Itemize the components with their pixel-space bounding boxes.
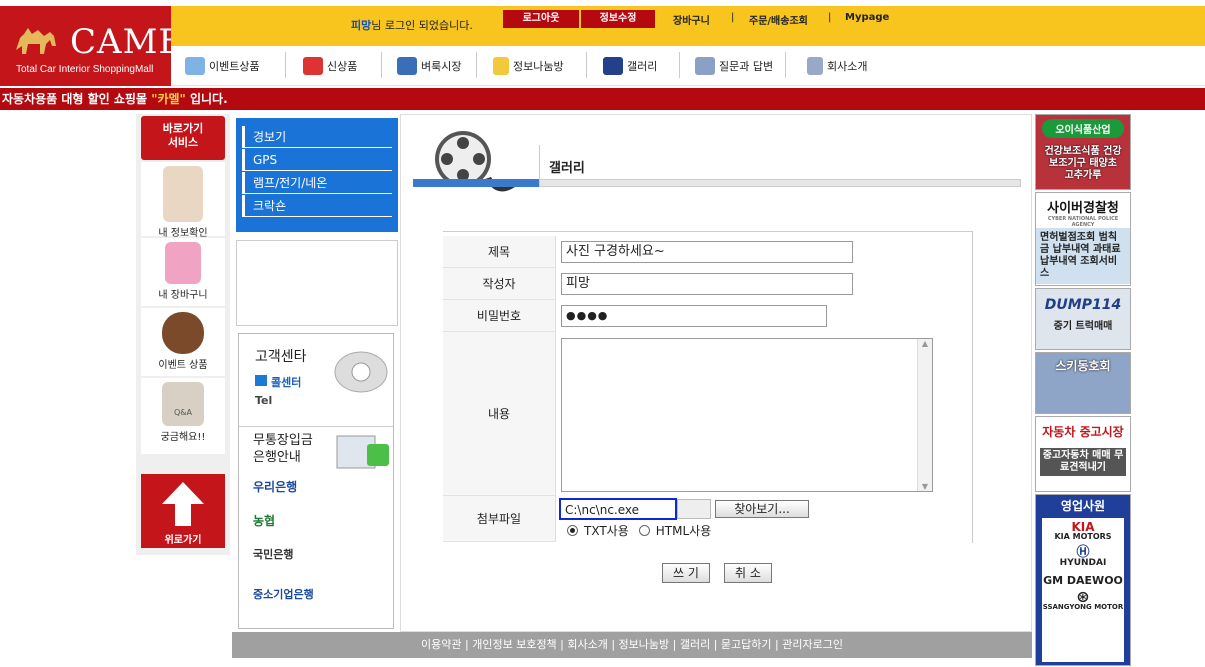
attach-label: 첨부파일 bbox=[443, 496, 555, 542]
logout-button[interactable]: 로그아웃 bbox=[503, 10, 579, 28]
film-reel-icon bbox=[435, 131, 515, 192]
kia-logo: KIA bbox=[1071, 520, 1095, 534]
promo-text-pre: 자동차용품 대형 할인 쇼핑몰 bbox=[2, 92, 152, 106]
shopping-bag-icon bbox=[165, 242, 201, 284]
nav-gallery[interactable]: 갤러리 bbox=[603, 54, 657, 78]
quick-event-products[interactable]: 이벤트 상품 bbox=[141, 308, 225, 376]
call-center-link[interactable]: 콜센터 bbox=[255, 374, 301, 390]
right-banners: 오이식품산업 건강보조식품 건강보조기구 태양초 고추가루 사이버경찰청 CYB… bbox=[1033, 114, 1133, 666]
scroll-up-icon[interactable]: ▲ bbox=[918, 339, 932, 348]
nav-info-share[interactable]: 정보나눔방 bbox=[493, 54, 564, 78]
logo-subtitle: Total Car Interior ShoppingMall bbox=[16, 64, 154, 75]
banner-ski-club[interactable]: 스키동호회 bbox=[1035, 352, 1131, 414]
category-item[interactable]: GPS bbox=[242, 149, 392, 171]
banner-used-car[interactable]: 자동차 중고시장 중고자동차 매매 무료견적내기 bbox=[1035, 416, 1131, 492]
subject-label: 제목 bbox=[443, 236, 555, 268]
attach-file-input[interactable]: C:\nc\nc.exe bbox=[559, 498, 677, 520]
password-label: 비밀번호 bbox=[443, 300, 555, 332]
nav-event[interactable]: 이벤트상품 bbox=[185, 54, 260, 78]
bank-ibk: 중소기업은행 bbox=[253, 588, 314, 601]
order-link[interactable]: 주문/배송조회 bbox=[749, 12, 808, 27]
customer-center: 고객센타 콜센터 Tel 무통장입금 은행안내 우리은행 농협 국민은행 중소기… bbox=[238, 333, 394, 629]
mypage-link[interactable]: Mypage bbox=[845, 12, 889, 23]
couple-icon bbox=[163, 166, 203, 222]
quick-service-sidebar: 바로가기 서비스 내 정보확인 내 장바구니 이벤트 상품 Q&A 궁금해요!!… bbox=[136, 114, 230, 555]
browse-button[interactable]: 찾아보기... bbox=[715, 500, 809, 518]
promo-text-post: 입니다. bbox=[185, 92, 228, 106]
format-radio-group: TXT사용 HTML사용 bbox=[567, 522, 711, 539]
empty-panel bbox=[236, 240, 398, 326]
promo-highlight: "카멜" bbox=[151, 92, 186, 106]
cancel-button[interactable]: 취 소 bbox=[724, 563, 772, 583]
login-message: 님 로그인 되었습니다. bbox=[371, 19, 473, 32]
telephone-icon bbox=[334, 351, 388, 393]
nav-company[interactable]: 회사소개 bbox=[807, 54, 867, 78]
promo-banner: 자동차용품 대형 할인 쇼핑몰 "카멜" 입니다. bbox=[0, 88, 1205, 110]
nav-qna[interactable]: 질문과 답변 bbox=[695, 54, 773, 78]
banner-oi-food[interactable]: 오이식품산업 건강보조식품 건강보조기구 태양초 고추가루 bbox=[1035, 114, 1131, 190]
banner-dump114[interactable]: DUMP114 중기 트럭매매 bbox=[1035, 288, 1131, 350]
top-separator: | bbox=[731, 12, 735, 23]
headset-icon: Q&A bbox=[162, 382, 204, 426]
page-title: 갤러리 bbox=[549, 161, 585, 176]
main-nav: 이벤트상품 신상품 벼룩시장 정보나눔방 갤러리 질문과 답변 회사소개 bbox=[171, 46, 1205, 86]
chat-icon bbox=[695, 57, 715, 75]
top-bar: 피망님 로그인 되었습니다. 로그아웃 정보수정 장바구니 | 주문/배송조회 … bbox=[171, 6, 1205, 46]
login-status: 피망님 로그인 되었습니다. bbox=[351, 17, 473, 33]
play-icon bbox=[255, 375, 267, 386]
cart-link[interactable]: 장바구니 bbox=[673, 12, 710, 27]
username: 피망 bbox=[351, 19, 372, 32]
nav-new[interactable]: 신상품 bbox=[303, 54, 357, 78]
site-logo[interactable]: CAMEL Total Car Interior ShoppingMall bbox=[0, 6, 207, 86]
gallery-write-panel: 갤러리 제목 작성자 비밀번호 내용 첨부파일 사진 구경하세요~ 피망 ●●●… bbox=[400, 114, 1032, 632]
write-form: 제목 작성자 비밀번호 내용 첨부파일 사진 구경하세요~ 피망 ●●●● ▲ … bbox=[443, 231, 973, 543]
quick-qna[interactable]: Q&A 궁금해요!! bbox=[141, 378, 225, 454]
subject-input[interactable]: 사진 구경하세요~ bbox=[561, 241, 853, 263]
gift-icon bbox=[303, 57, 323, 75]
pen-icon bbox=[807, 57, 823, 75]
textarea-scrollbar[interactable]: ▲ ▼ bbox=[917, 339, 932, 491]
category-item[interactable]: 경보기 bbox=[242, 126, 392, 148]
password-input[interactable]: ●●●● bbox=[561, 305, 827, 327]
quick-my-info[interactable]: 내 정보확인 bbox=[141, 162, 225, 239]
customer-center-title: 고객센타 bbox=[255, 349, 307, 365]
category-menu: 경보기 GPS 램프/전기/네온 크락숀 bbox=[236, 118, 398, 232]
bank-woori: 우리은행 bbox=[253, 480, 298, 494]
bag-icon bbox=[397, 57, 417, 75]
category-item[interactable]: 램프/전기/네온 bbox=[242, 172, 392, 194]
bank-nonghyup: 농협 bbox=[253, 514, 276, 528]
monitor-icon bbox=[336, 435, 389, 469]
scroll-top-button[interactable]: 위로가기 bbox=[141, 474, 225, 548]
nav-flea-market[interactable]: 벼룩시장 bbox=[397, 54, 461, 78]
quick-my-cart[interactable]: 내 장바구니 bbox=[141, 238, 225, 306]
top-separator: | bbox=[828, 12, 832, 23]
quick-service-title: 바로가기 서비스 bbox=[141, 116, 225, 160]
lightbulb-icon bbox=[493, 57, 509, 75]
author-input[interactable]: 피망 bbox=[561, 273, 853, 295]
edit-info-button[interactable]: 정보수정 bbox=[581, 10, 655, 28]
write-button[interactable]: 쓰 기 bbox=[662, 563, 710, 583]
content-label: 내용 bbox=[443, 332, 555, 496]
radio-html[interactable] bbox=[638, 525, 650, 536]
bank-info-title: 무통장입금 은행안내 bbox=[253, 433, 313, 465]
bank-kookmin: 국민은행 bbox=[253, 548, 294, 561]
footer-links[interactable]: 이용약관 | 개인정보 보호정책 | 회사소개 | 정보나눔방 | 갤러리 | … bbox=[232, 632, 1032, 658]
gallery-icon bbox=[603, 57, 623, 75]
author-label: 작성자 bbox=[443, 268, 555, 300]
arrow-up-icon bbox=[162, 482, 204, 526]
cake-icon bbox=[162, 312, 204, 354]
hyundai-logo: Ⓗ bbox=[1076, 545, 1090, 560]
banner-sales-rep[interactable]: 영업사원 KIA KIA MOTORS Ⓗ HYUNDAI GM DAEWOO … bbox=[1035, 494, 1131, 666]
category-item[interactable]: 크락숀 bbox=[242, 195, 392, 217]
camel-icon bbox=[16, 28, 56, 54]
tel-label: Tel bbox=[255, 394, 273, 407]
radio-txt[interactable] bbox=[567, 525, 578, 536]
banner-cyber-police[interactable]: 사이버경찰청 CYBER NATIONAL POLICE AGENCY 면허벌점… bbox=[1035, 192, 1131, 286]
content-textarea[interactable]: ▲ ▼ bbox=[561, 338, 933, 492]
event-icon bbox=[185, 57, 205, 75]
scroll-down-icon[interactable]: ▼ bbox=[918, 482, 932, 491]
ssangyong-logo: ⊛ bbox=[1076, 587, 1090, 606]
